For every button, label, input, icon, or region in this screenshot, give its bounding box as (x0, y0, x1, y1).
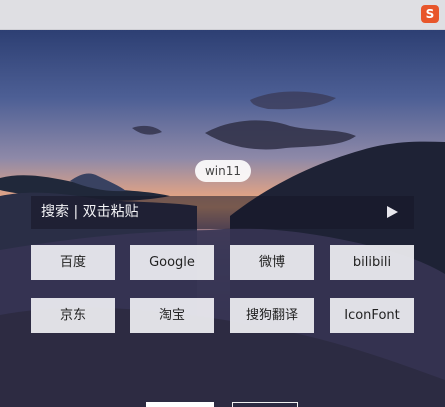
shortcut-baidu[interactable]: 百度 (31, 245, 115, 280)
browser-toolbar: S (0, 0, 445, 30)
shortcut-sogou-translate[interactable]: 搜狗翻译 (230, 298, 314, 333)
shortcut-bilibili[interactable]: bilibili (330, 245, 414, 280)
search-placeholder: 搜索 | 双击粘贴 (41, 204, 139, 220)
s-badge-icon[interactable]: S (421, 5, 439, 23)
shortcut-weibo[interactable]: 微博 (230, 245, 314, 280)
bottom-button-left[interactable] (146, 402, 214, 407)
shortcut-taobao[interactable]: 淘宝 (130, 298, 214, 333)
shortcut-jd[interactable]: 京东 (31, 298, 115, 333)
play-arrow-icon[interactable] (387, 206, 398, 218)
shortcut-google[interactable]: Google (130, 245, 214, 280)
shortcut-iconfont[interactable]: IconFont (330, 298, 414, 333)
profile-chip[interactable]: win11 (195, 160, 251, 182)
bottom-button-right[interactable] (232, 402, 298, 407)
search-bar[interactable]: 搜索 | 双击粘贴 (31, 196, 414, 229)
